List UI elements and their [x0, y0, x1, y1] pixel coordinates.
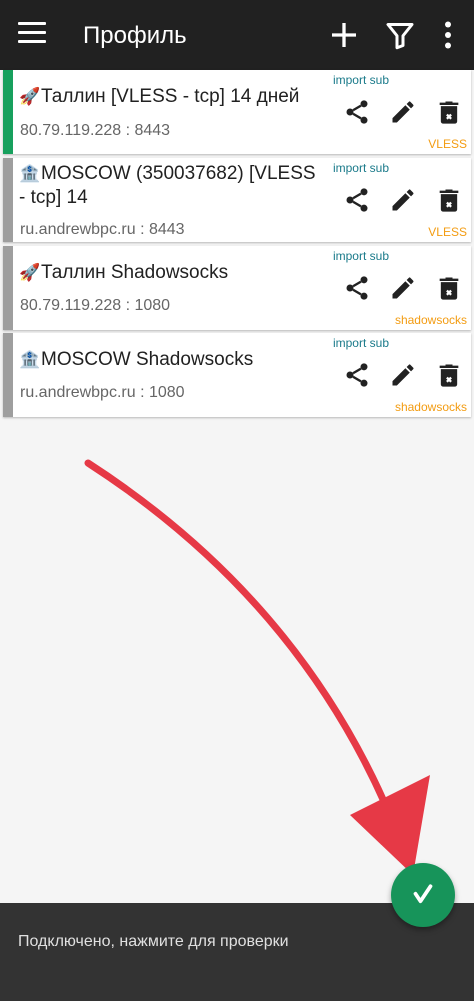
subscription-label: import sub: [332, 73, 389, 87]
protocol-label: VLESS: [428, 137, 467, 151]
subscription-label: import sub: [332, 161, 389, 175]
share-icon[interactable]: [343, 98, 371, 126]
profile-name: 🏦MOSCOW Shadowsocks: [19, 348, 319, 372]
protocol-label: shadowsocks: [394, 313, 467, 327]
profile-card[interactable]: 🏦MOSCOW (350037682) [VLESS - tcp] 14 ru.…: [3, 158, 471, 242]
bank-icon: 🏦: [19, 350, 41, 369]
inactive-indicator: [3, 158, 13, 242]
inactive-indicator: [3, 333, 13, 417]
profile-address: ru.andrewbpc.ru : 1080: [20, 384, 185, 401]
pencil-icon[interactable]: [389, 186, 417, 214]
pencil-icon[interactable]: [389, 274, 417, 302]
profile-address: ru.andrewbpc.ru : 8443: [20, 221, 185, 238]
delete-icon[interactable]: [435, 98, 463, 126]
delete-icon[interactable]: [435, 186, 463, 214]
snackbar-message: Подключено, нажмите для проверки: [18, 933, 289, 950]
profile-address: 80.79.119.228 : 1080: [20, 297, 171, 314]
rocket-icon: 🚀: [19, 87, 41, 106]
profile-name-text: MOSCOW (350037682) [VLESS - tcp] 14: [19, 163, 316, 208]
pencil-icon[interactable]: [389, 361, 417, 389]
protocol-label: VLESS: [428, 225, 467, 239]
profile-name-text: Таллин [VLESS - tcp] 14 дней: [41, 86, 300, 107]
more-vert-icon[interactable]: [430, 17, 466, 53]
profile-name: 🏦MOSCOW (350037682) [VLESS - tcp] 14: [19, 162, 319, 210]
app-bar: Профиль: [0, 0, 474, 70]
menu-icon[interactable]: [18, 22, 46, 48]
pencil-icon[interactable]: [389, 98, 417, 126]
profile-card[interactable]: 🚀Таллин Shadowsocks 80.79.119.228 : 1080…: [3, 246, 471, 330]
delete-icon[interactable]: [435, 361, 463, 389]
bank-icon: 🏦: [19, 164, 41, 183]
profile-name: 🚀Таллин [VLESS - tcp] 14 дней: [19, 85, 319, 109]
plus-icon[interactable]: [326, 17, 362, 53]
profile-name-text: MOSCOW Shadowsocks: [41, 349, 254, 370]
profile-name: 🚀Таллин Shadowsocks: [19, 261, 319, 285]
active-indicator: [3, 70, 13, 154]
share-icon[interactable]: [343, 361, 371, 389]
connect-fab-button[interactable]: [391, 863, 455, 927]
profile-card[interactable]: 🚀Таллин [VLESS - tcp] 14 дней 80.79.119.…: [3, 70, 471, 154]
filter-icon[interactable]: [382, 17, 418, 53]
profile-address: 80.79.119.228 : 8443: [20, 122, 171, 139]
share-icon[interactable]: [343, 186, 371, 214]
share-icon[interactable]: [343, 274, 371, 302]
profile-name-text: Таллин Shadowsocks: [41, 262, 229, 283]
check-icon: [413, 884, 433, 904]
profile-card[interactable]: 🏦MOSCOW Shadowsocks ru.andrewbpc.ru : 10…: [3, 333, 471, 417]
rocket-icon: 🚀: [19, 263, 41, 282]
inactive-indicator: [3, 246, 13, 330]
subscription-label: import sub: [332, 336, 389, 350]
page-title: Профиль: [83, 22, 187, 49]
delete-icon[interactable]: [435, 274, 463, 302]
protocol-label: shadowsocks: [394, 400, 467, 414]
subscription-label: import sub: [332, 249, 389, 263]
